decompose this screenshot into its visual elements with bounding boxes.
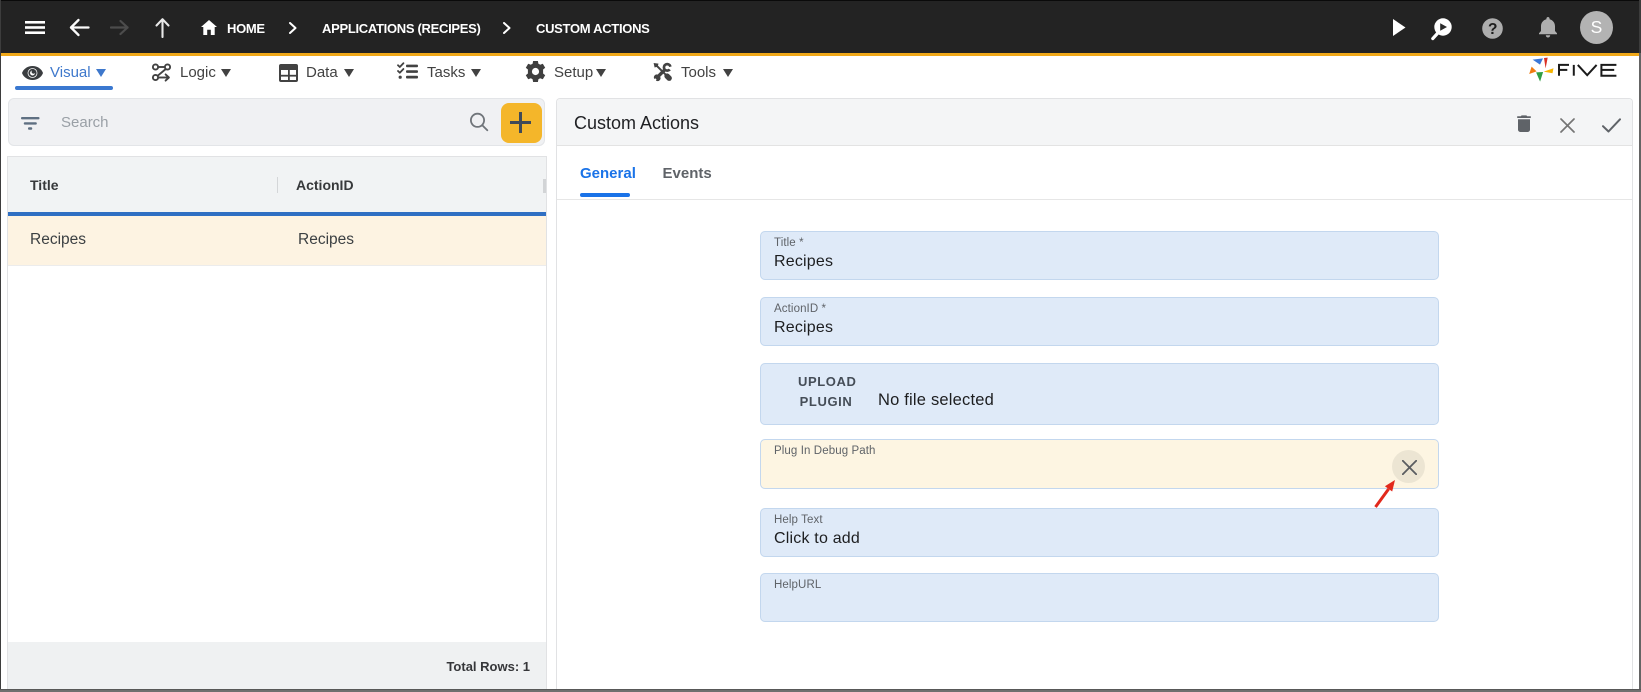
svg-text:?: ? [1487, 21, 1496, 38]
